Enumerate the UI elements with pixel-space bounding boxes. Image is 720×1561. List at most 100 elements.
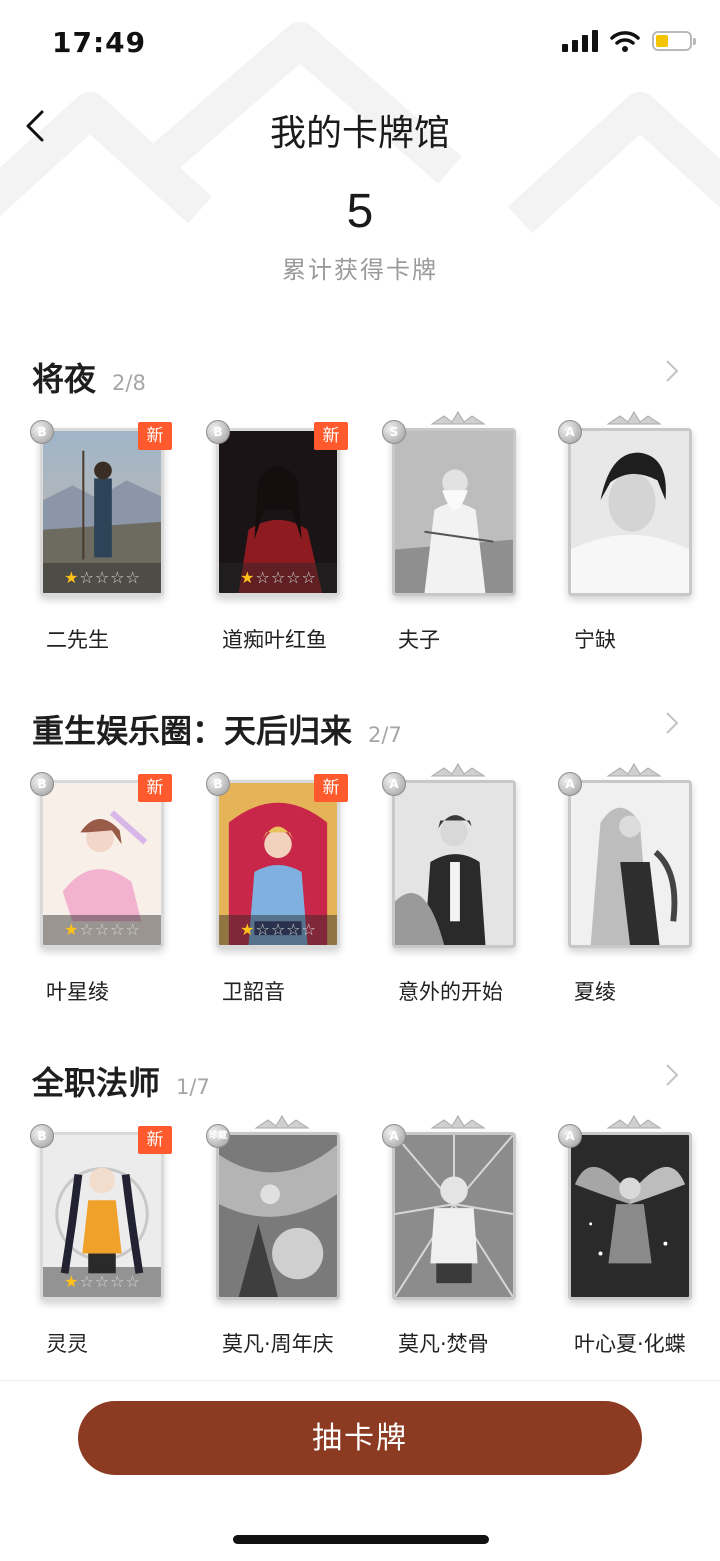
card-frame: [568, 780, 692, 948]
grade-badge: A: [558, 772, 582, 796]
grade-badge: B: [30, 1124, 54, 1148]
grade-badge: B: [206, 772, 230, 796]
card-item[interactable]: ★ ☆ ☆ ☆ ☆ B 新 叶星绫: [30, 772, 182, 1026]
card-frame: ★ ☆ ☆ ☆ ☆: [216, 780, 340, 948]
status-time: 17:49: [52, 26, 147, 59]
star-empty-icon: ☆: [286, 568, 301, 587]
chevron-right-icon[interactable]: [662, 710, 682, 736]
card-item[interactable]: S 夫子: [382, 411, 534, 674]
star-empty-icon: ☆: [125, 568, 140, 587]
star-rating: ★ ☆ ☆ ☆ ☆: [219, 563, 337, 593]
cellular-signal-icon: [562, 30, 598, 52]
card-name: 莫凡·焚骨: [398, 1332, 489, 1356]
grade-badge: B: [30, 772, 54, 796]
star-empty-icon: ☆: [79, 1272, 94, 1291]
card-name: 意外的开始: [398, 980, 503, 1004]
chevron-right-icon[interactable]: [662, 358, 682, 384]
star-empty-icon: ☆: [79, 920, 94, 939]
section-header[interactable]: 全职法师 1/7: [32, 1058, 210, 1104]
crown-ornament-icon: [430, 1115, 486, 1129]
section-header[interactable]: 将夜 2/8: [32, 354, 146, 400]
grade-badge: A: [558, 420, 582, 444]
grade-badge: A: [382, 772, 406, 796]
card-item[interactable]: ★ ☆ ☆ ☆ ☆ B 新 卫韶音: [206, 772, 358, 1026]
wifi-icon: [610, 31, 640, 52]
card-item[interactable]: 珍藏 莫凡·周年庆: [206, 1115, 358, 1378]
section-title: 将夜: [32, 360, 97, 398]
star-filled-icon: ★: [240, 920, 255, 939]
crown-ornament-icon: [430, 763, 486, 777]
card-art-image: [571, 783, 689, 945]
card-name: 叶星绫: [46, 980, 109, 1004]
card-name: 夫子: [398, 628, 440, 652]
star-empty-icon: ☆: [94, 920, 110, 939]
star-empty-icon: ☆: [255, 920, 270, 939]
section-progress: 2/8: [112, 371, 146, 395]
star-empty-icon: ☆: [110, 1272, 125, 1291]
section-progress: 1/7: [176, 1075, 210, 1099]
card-name: 叶心夏·化蝶: [574, 1332, 686, 1356]
star-empty-icon: ☆: [125, 1272, 140, 1291]
card-item[interactable]: A 意外的开始: [382, 763, 534, 1026]
card-art-image: [571, 1135, 689, 1297]
star-empty-icon: ☆: [110, 920, 125, 939]
total-card-label: 累计获得卡牌: [282, 256, 438, 284]
card-frame: [568, 428, 692, 596]
star-empty-icon: ☆: [301, 568, 316, 587]
section-header[interactable]: 重生娱乐圈：天后归来 2/7: [32, 706, 402, 752]
star-filled-icon: ★: [64, 1272, 79, 1291]
grade-badge: 珍藏: [206, 1124, 230, 1148]
card-item[interactable]: A 宁缺: [558, 411, 710, 674]
card-item[interactable]: ★ ☆ ☆ ☆ ☆ B 新 灵灵: [30, 1124, 182, 1378]
card-item[interactable]: A 莫凡·焚骨: [382, 1115, 534, 1378]
draw-card-button[interactable]: 抽卡牌: [78, 1401, 642, 1475]
new-badge: 新: [314, 422, 348, 450]
card-item[interactable]: A 叶心夏·化蝶: [558, 1115, 710, 1378]
card-art-image: [219, 1135, 337, 1297]
grade-badge: B: [30, 420, 54, 444]
section-title: 重生娱乐圈：天后归来: [32, 712, 353, 750]
crown-ornament-icon: [606, 411, 662, 425]
chevron-right-icon[interactable]: [662, 1062, 682, 1088]
star-filled-icon: ★: [240, 568, 255, 587]
star-rating: ★ ☆ ☆ ☆ ☆: [43, 915, 161, 945]
star-empty-icon: ☆: [94, 568, 110, 587]
card-frame: [568, 1132, 692, 1300]
card-frame: [392, 1132, 516, 1300]
new-badge: 新: [314, 774, 348, 802]
card-art-image: [395, 1135, 513, 1297]
bottom-bar: 抽卡牌: [0, 1380, 720, 1561]
star-filled-icon: ★: [64, 568, 79, 587]
star-empty-icon: ☆: [255, 568, 270, 587]
grade-badge: A: [558, 1124, 582, 1148]
status-bar: 17:49: [0, 0, 720, 88]
star-empty-icon: ☆: [286, 920, 301, 939]
star-empty-icon: ☆: [110, 568, 125, 587]
crown-ornament-icon: [606, 763, 662, 777]
card-frame: [392, 428, 516, 596]
grade-badge: B: [206, 420, 230, 444]
crown-ornament-icon: [254, 1115, 310, 1129]
total-card-count: 5: [346, 185, 374, 238]
star-empty-icon: ☆: [270, 568, 286, 587]
home-indicator[interactable]: [233, 1535, 489, 1544]
card-frame: [216, 1132, 340, 1300]
card-frame: ★ ☆ ☆ ☆ ☆: [40, 428, 164, 596]
card-name: 二先生: [46, 628, 109, 652]
card-item[interactable]: A 夏绫: [558, 763, 710, 1026]
star-empty-icon: ☆: [94, 1272, 110, 1291]
star-rating: ★ ☆ ☆ ☆ ☆: [219, 915, 337, 945]
grade-badge: A: [382, 1124, 406, 1148]
card-name: 灵灵: [46, 1332, 88, 1356]
star-empty-icon: ☆: [270, 920, 286, 939]
card-item[interactable]: ★ ☆ ☆ ☆ ☆ B 新 道痴叶红鱼: [206, 420, 358, 674]
section-title: 全职法师: [32, 1064, 161, 1102]
card-item[interactable]: ★ ☆ ☆ ☆ ☆ B 新 二先生: [30, 420, 182, 674]
star-filled-icon: ★: [64, 920, 79, 939]
card-art-image: [395, 783, 513, 945]
crown-ornament-icon: [606, 1115, 662, 1129]
card-art-image: [571, 431, 689, 593]
battery-icon: [652, 31, 696, 51]
card-frame: ★ ☆ ☆ ☆ ☆: [40, 780, 164, 948]
grade-badge: S: [382, 420, 406, 444]
